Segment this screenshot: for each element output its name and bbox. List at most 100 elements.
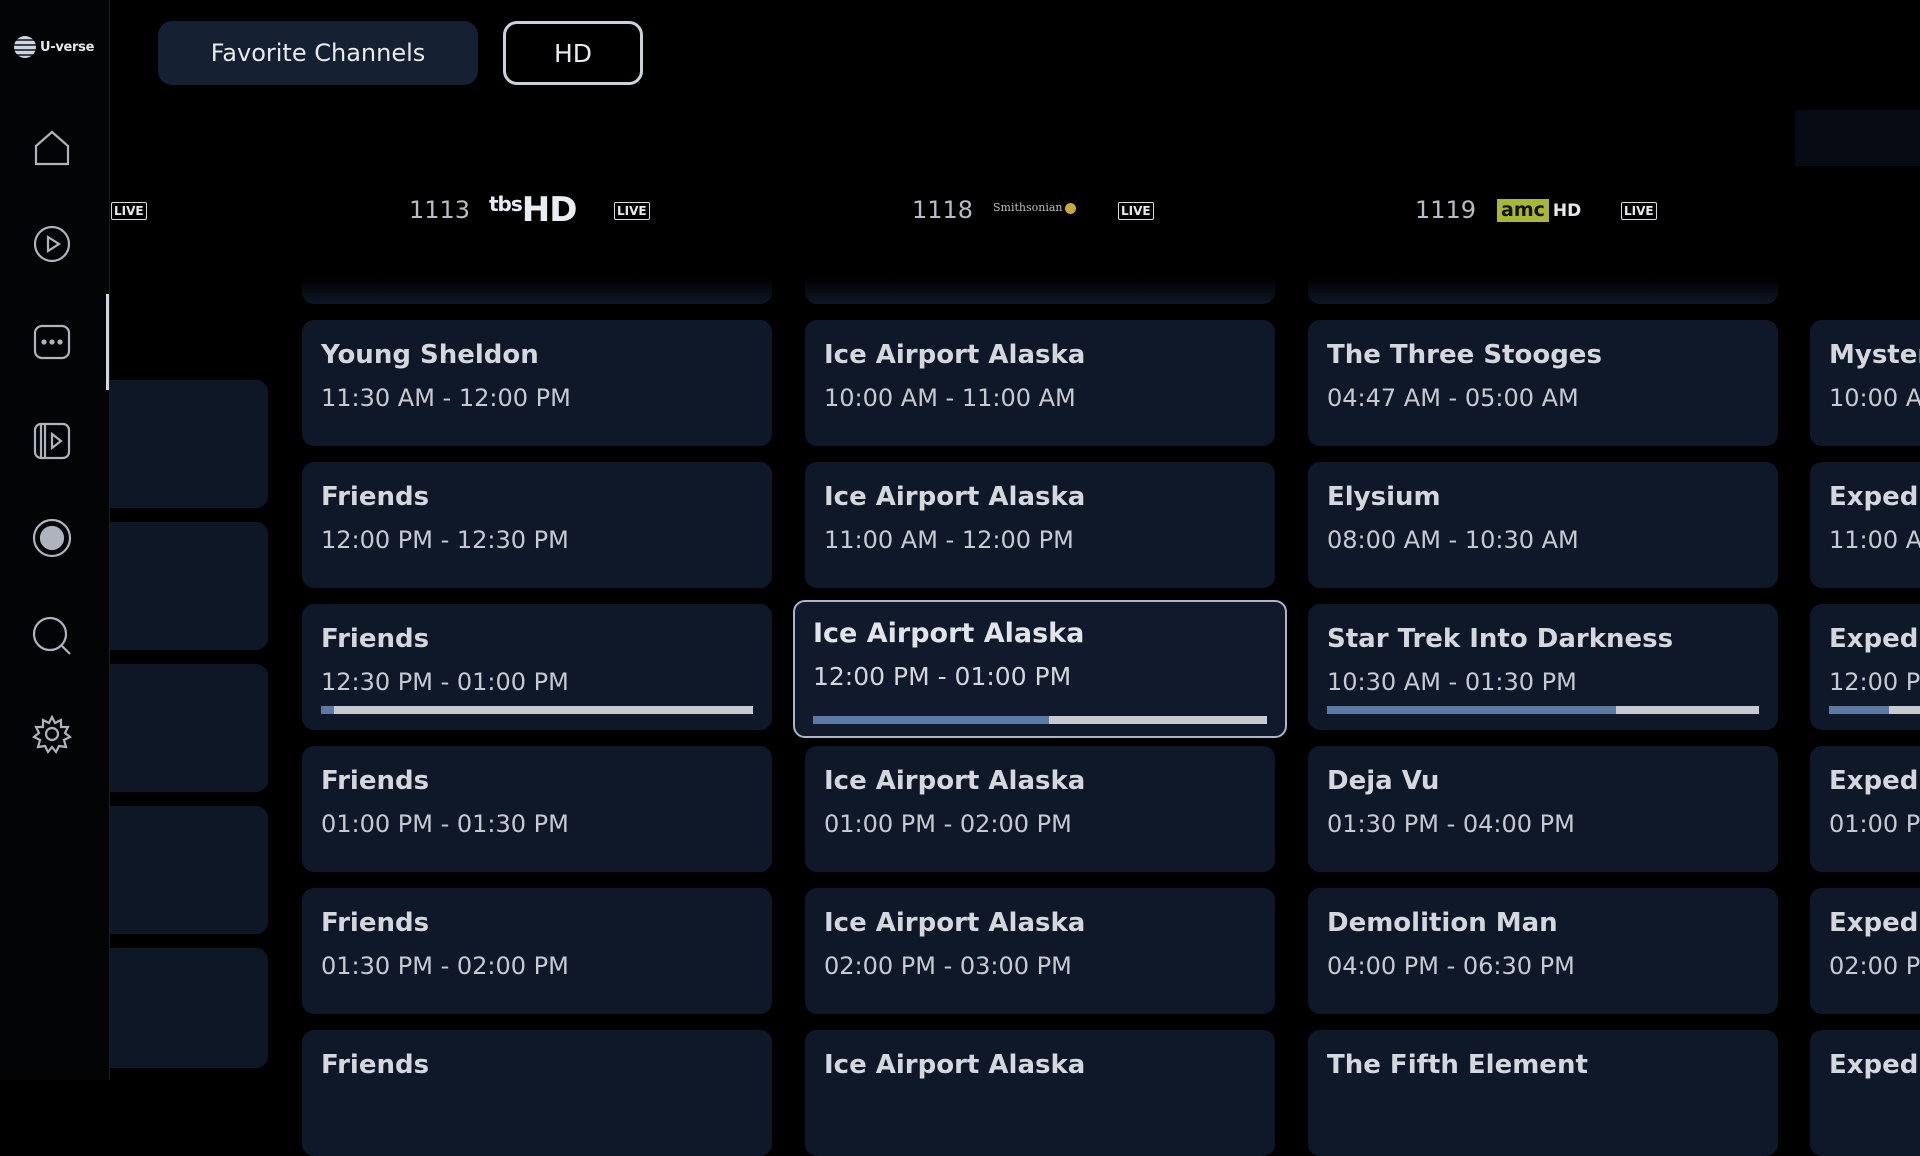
more-icon[interactable]	[28, 318, 76, 366]
program-tile[interactable]: Ice Airport Alaska 01:00 PM - 02:00 PM	[805, 746, 1275, 872]
settings-icon[interactable]	[28, 710, 76, 758]
program-title: Friends	[321, 624, 430, 654]
favorite-channels-button[interactable]: Favorite Channels	[158, 21, 478, 85]
program-tile[interactable]: Friends 01:30 PM - 02:00 PM	[302, 888, 772, 1014]
program-title: Young Sheldon	[321, 340, 539, 370]
hd-filter-button[interactable]: HD	[503, 21, 643, 85]
progress-bar	[1327, 706, 1759, 714]
program-tile[interactable]: Friends 12:00 PM - 12:30 PM	[302, 462, 772, 588]
program-tile[interactable]: Deja Vu 01:30 PM - 04:00 PM	[1308, 746, 1778, 872]
program-tile[interactable]: Ice Airport Alaska 10:00 AM - 11:00 AM	[805, 320, 1275, 446]
program-title: Expedi	[1829, 482, 1920, 512]
program-title: Expedi	[1829, 908, 1920, 938]
progress-bar	[813, 716, 1267, 724]
program-time: 12:00 PM - 01:00 PM	[813, 662, 1072, 691]
brand-name: U-verse	[40, 39, 95, 55]
program-tile[interactable]: Demolition Man 04:00 PM - 06:30 PM	[1308, 888, 1778, 1014]
program-time: 02:00 PI	[1829, 952, 1920, 980]
program-title: Demolition Man	[1327, 908, 1558, 938]
program-time: 11:30 AM - 12:00 PM	[321, 384, 571, 412]
program-title: Ice Airport Alaska	[824, 1050, 1086, 1080]
program-tile[interactable]: Friends	[302, 1030, 772, 1156]
program-time: 10:00 Al	[1829, 384, 1920, 412]
progress-bar	[1829, 706, 1920, 714]
library-icon[interactable]	[28, 416, 76, 464]
smithsonian-channel-logo: Smithsonian	[993, 201, 1076, 214]
program-tile[interactable]: Expedi	[1810, 1030, 1920, 1156]
program-title: Star Trek Into Darkness	[1327, 624, 1674, 654]
sidebar-nav: U-verse	[0, 0, 110, 1080]
program-tile[interactable]: The Three Stooges 04:47 AM - 05:00 AM	[1308, 320, 1778, 446]
program-time: 10:00 AM - 11:00 AM	[824, 384, 1076, 412]
program-tile[interactable]: Friends 12:30 PM - 01:00 PM	[302, 604, 772, 730]
program-title: The Three Stooges	[1327, 340, 1602, 370]
program-title: Friends	[321, 482, 430, 512]
program-tile[interactable]: Myster 10:00 Al	[1810, 320, 1920, 446]
partial-program-tile[interactable]	[110, 664, 268, 792]
program-title: Friends	[321, 766, 430, 796]
offscreen-panel-fragment	[1795, 110, 1920, 166]
program-time: 12:00 PI	[1829, 668, 1920, 696]
program-tile-selected[interactable]: Ice Airport Alaska 12:00 PM - 01:00 PM	[793, 600, 1287, 738]
program-tile[interactable]: Expedi 01:00 PI	[1810, 746, 1920, 872]
search-icon[interactable]	[28, 612, 76, 660]
program-tile[interactable]: Elysium 08:00 AM - 10:30 AM	[1308, 462, 1778, 588]
record-icon[interactable]	[28, 514, 76, 562]
channel-number[interactable]: 1113	[409, 196, 470, 224]
program-time: 01:00 PI	[1829, 810, 1920, 838]
channel-number[interactable]: 1119	[1415, 196, 1476, 224]
program-tile[interactable]: Friends 01:00 PM - 01:30 PM	[302, 746, 772, 872]
program-title: Ice Airport Alaska	[824, 766, 1086, 796]
program-time: 01:00 PM - 01:30 PM	[321, 810, 569, 838]
program-tile[interactable]	[805, 278, 1275, 304]
program-time: 10:30 AM - 01:30 PM	[1327, 668, 1577, 696]
live-badge: LIVE	[111, 202, 147, 220]
program-title: Expedi	[1829, 624, 1920, 654]
program-time: 01:00 PM - 02:00 PM	[824, 810, 1072, 838]
nav-selection-indicator	[106, 294, 109, 390]
program-title: Friends	[321, 1050, 430, 1080]
brand-logo: U-verse	[14, 36, 94, 58]
partial-program-tile[interactable]	[110, 806, 268, 934]
program-tile[interactable]: Ice Airport Alaska 02:00 PM - 03:00 PM	[805, 888, 1275, 1014]
partial-program-tile[interactable]	[110, 522, 268, 650]
program-tile[interactable]: Ice Airport Alaska 11:00 AM - 12:00 PM	[805, 462, 1275, 588]
smithsonian-sun-icon	[1064, 202, 1076, 214]
program-tile[interactable]: Young Sheldon 11:30 AM - 12:00 PM	[302, 320, 772, 446]
program-tile[interactable]: The Fifth Element	[1308, 1030, 1778, 1156]
program-time: 11:00 AM - 12:00 PM	[824, 526, 1074, 554]
amc-hd-logo: amc HD	[1497, 199, 1581, 222]
program-title: Expedi	[1829, 1050, 1920, 1080]
program-time: 11:00 AN	[1829, 526, 1920, 554]
program-title: Deja Vu	[1327, 766, 1440, 796]
program-time: 01:30 PM - 02:00 PM	[321, 952, 569, 980]
program-title: Myster	[1829, 340, 1920, 370]
program-tile[interactable]: Expedi 02:00 PI	[1810, 888, 1920, 1014]
program-tile[interactable]	[302, 278, 772, 304]
program-title: Elysium	[1327, 482, 1441, 512]
program-tile[interactable]: Star Trek Into Darkness 10:30 AM - 01:30…	[1308, 604, 1778, 730]
channel-number[interactable]: 1118	[912, 196, 973, 224]
program-tile[interactable]	[1308, 278, 1778, 304]
program-time: 01:30 PM - 04:00 PM	[1327, 810, 1575, 838]
program-time: 08:00 AM - 10:30 AM	[1327, 526, 1579, 554]
partial-program-tile[interactable]	[110, 380, 268, 508]
program-tile[interactable]: Expedi 12:00 PI	[1810, 604, 1920, 730]
progress-bar	[321, 706, 753, 714]
program-title: Ice Airport Alaska	[824, 908, 1086, 938]
live-badge: LIVE	[614, 202, 650, 220]
tbs-hd-logo: tbsHD	[489, 190, 577, 230]
program-time: 12:30 PM - 01:00 PM	[321, 668, 569, 696]
program-title: The Fifth Element	[1327, 1050, 1588, 1080]
program-time: 04:47 AM - 05:00 AM	[1327, 384, 1579, 412]
program-tile[interactable]: Ice Airport Alaska	[805, 1030, 1275, 1156]
program-time: 12:00 PM - 12:30 PM	[321, 526, 569, 554]
program-title: Friends	[321, 908, 430, 938]
live-badge: LIVE	[1621, 202, 1657, 220]
home-icon[interactable]	[28, 124, 76, 172]
partial-program-tile[interactable]	[110, 948, 268, 1068]
play-icon[interactable]	[28, 220, 76, 268]
program-tile[interactable]: Expedi 11:00 AN	[1810, 462, 1920, 588]
program-title: Ice Airport Alaska	[824, 340, 1086, 370]
att-globe-icon	[14, 36, 36, 58]
